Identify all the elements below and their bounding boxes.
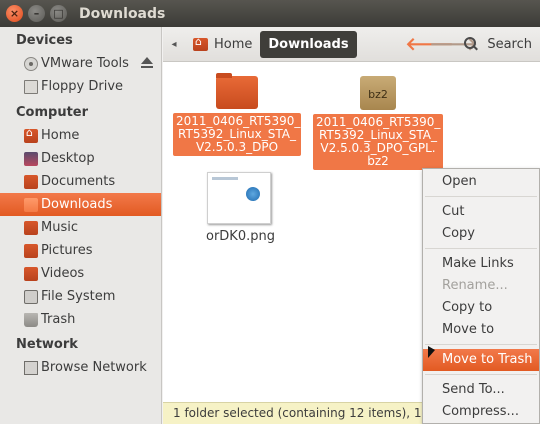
folder-icon bbox=[24, 243, 38, 258]
sidebar-item-videos[interactable]: Videos bbox=[0, 262, 161, 285]
status-bar: 1 folder selected (containing 12 items),… bbox=[163, 402, 423, 424]
search-icon[interactable] bbox=[461, 34, 481, 54]
menu-item-open[interactable]: Open bbox=[423, 171, 539, 193]
sidebar-item-downloads[interactable]: Downloads bbox=[0, 193, 161, 216]
menu-item-move-to-trash[interactable]: Move to Trash bbox=[423, 349, 539, 371]
menu-separator bbox=[425, 374, 537, 375]
sidebar-item-label: Trash bbox=[41, 312, 76, 327]
menu-item-make-links[interactable]: Make Links bbox=[423, 253, 539, 275]
breadcrumb-label: Home bbox=[214, 36, 253, 52]
menu-item-copy[interactable]: Copy bbox=[423, 223, 539, 245]
sidebar-section-network: Network bbox=[16, 337, 78, 352]
breadcrumb-label: Downloads bbox=[268, 36, 349, 52]
maximize-window-button[interactable]: □ bbox=[50, 5, 67, 22]
file-name: orDK0.png bbox=[206, 229, 275, 244]
back-arrow-icon[interactable]: 🡐 bbox=[405, 34, 453, 55]
toolbar: ◂ Home Downloads 🡐 🡒 Search bbox=[163, 27, 540, 62]
sidebar-item-label: Desktop bbox=[41, 151, 95, 166]
sidebar-section-devices: Devices bbox=[16, 33, 73, 48]
folder-icon bbox=[24, 174, 38, 189]
folder-icon bbox=[24, 266, 38, 281]
sidebar-item-floppy-drive[interactable]: Floppy Drive bbox=[0, 75, 161, 98]
sidebar-item-label: Pictures bbox=[41, 243, 93, 258]
network-icon bbox=[24, 360, 38, 375]
sidebar-item-home[interactable]: Home bbox=[0, 124, 161, 147]
file-item-bz2-archive[interactable]: bz2 2011_0406_RT5390_ RT5392_Linux_STA_ … bbox=[313, 76, 443, 170]
sidebar-item-pictures[interactable]: Pictures bbox=[0, 239, 161, 262]
folder-icon bbox=[24, 197, 38, 212]
sidebar-item-label: Home bbox=[41, 128, 80, 143]
sidebar-item-file-system[interactable]: File System bbox=[0, 285, 161, 308]
forward-arrow-icon[interactable]: 🡒 bbox=[429, 34, 477, 55]
folder-icon bbox=[216, 73, 258, 109]
menu-item-compress[interactable]: Compress... bbox=[423, 401, 539, 423]
home-folder-icon bbox=[193, 35, 208, 51]
menu-separator bbox=[425, 248, 537, 249]
sidebar-item-documents[interactable]: Documents bbox=[0, 170, 161, 193]
breadcrumb-downloads[interactable]: Downloads bbox=[260, 30, 357, 58]
window-title: Downloads bbox=[79, 5, 166, 22]
menu-separator bbox=[425, 196, 537, 197]
sidebar-item-label: Documents bbox=[41, 174, 116, 189]
title-bar: × – □ Downloads bbox=[0, 0, 540, 27]
breadcrumb-home[interactable]: Home bbox=[185, 31, 260, 58]
sidebar-item-trash[interactable]: Trash bbox=[0, 308, 161, 331]
menu-item-move-to[interactable]: Move to bbox=[423, 319, 539, 341]
sidebar-item-vmware-tools[interactable]: VMware Tools bbox=[0, 52, 161, 75]
file-item-folder[interactable]: 2011_0406_RT5390_ RT5392_Linux_STA_ V2.5… bbox=[173, 73, 301, 156]
menu-separator bbox=[425, 344, 537, 345]
close-window-button[interactable]: × bbox=[6, 5, 23, 22]
sidebar-item-label: File System bbox=[41, 289, 116, 304]
sidebar-item-label: Downloads bbox=[41, 197, 113, 212]
sidebar-item-label: Floppy Drive bbox=[41, 79, 124, 94]
sidebar-item-label: Browse Network bbox=[41, 360, 147, 375]
search-button-label[interactable]: Search bbox=[487, 37, 532, 52]
sidebar-item-label: Videos bbox=[41, 266, 85, 281]
sidebar-section-computer: Computer bbox=[16, 105, 89, 120]
floppy-icon bbox=[24, 79, 38, 94]
sidebar-item-browse-network[interactable]: Browse Network bbox=[0, 356, 161, 379]
context-menu: Open Cut Copy Make Links Rename... Copy … bbox=[422, 168, 540, 424]
sidebar-item-desktop[interactable]: Desktop bbox=[0, 147, 161, 170]
trash-icon bbox=[24, 312, 38, 327]
image-thumbnail bbox=[207, 172, 271, 224]
sidebar: Devices VMware Tools Floppy Drive Comput… bbox=[0, 27, 162, 424]
menu-item-copy-to[interactable]: Copy to bbox=[423, 297, 539, 319]
menu-item-send-to[interactable]: Send To... bbox=[423, 379, 539, 401]
archive-icon: bz2 bbox=[360, 76, 396, 110]
file-item-png[interactable]: orDK0.png bbox=[203, 172, 275, 245]
folder-icon bbox=[24, 220, 38, 235]
eject-icon[interactable] bbox=[141, 57, 153, 69]
sidebar-item-label: VMware Tools bbox=[41, 56, 129, 71]
minimize-window-button[interactable]: – bbox=[28, 5, 45, 22]
file-name: 2011_0406_RT5390_ RT5392_Linux_STA_ V2.5… bbox=[173, 113, 301, 156]
sidebar-item-music[interactable]: Music bbox=[0, 216, 161, 239]
file-name: 2011_0406_RT5390_ RT5392_Linux_STA_ V2.5… bbox=[313, 114, 443, 170]
menu-item-rename: Rename... bbox=[442, 278, 508, 293]
breadcrumb-scroll-left-icon[interactable]: ◂ bbox=[163, 39, 185, 50]
desktop-icon bbox=[24, 151, 38, 166]
sidebar-item-label: Music bbox=[41, 220, 78, 235]
disk-icon bbox=[24, 56, 38, 71]
home-folder-icon bbox=[24, 126, 38, 143]
menu-item-cut[interactable]: Cut bbox=[423, 201, 539, 223]
drive-icon bbox=[24, 289, 38, 304]
